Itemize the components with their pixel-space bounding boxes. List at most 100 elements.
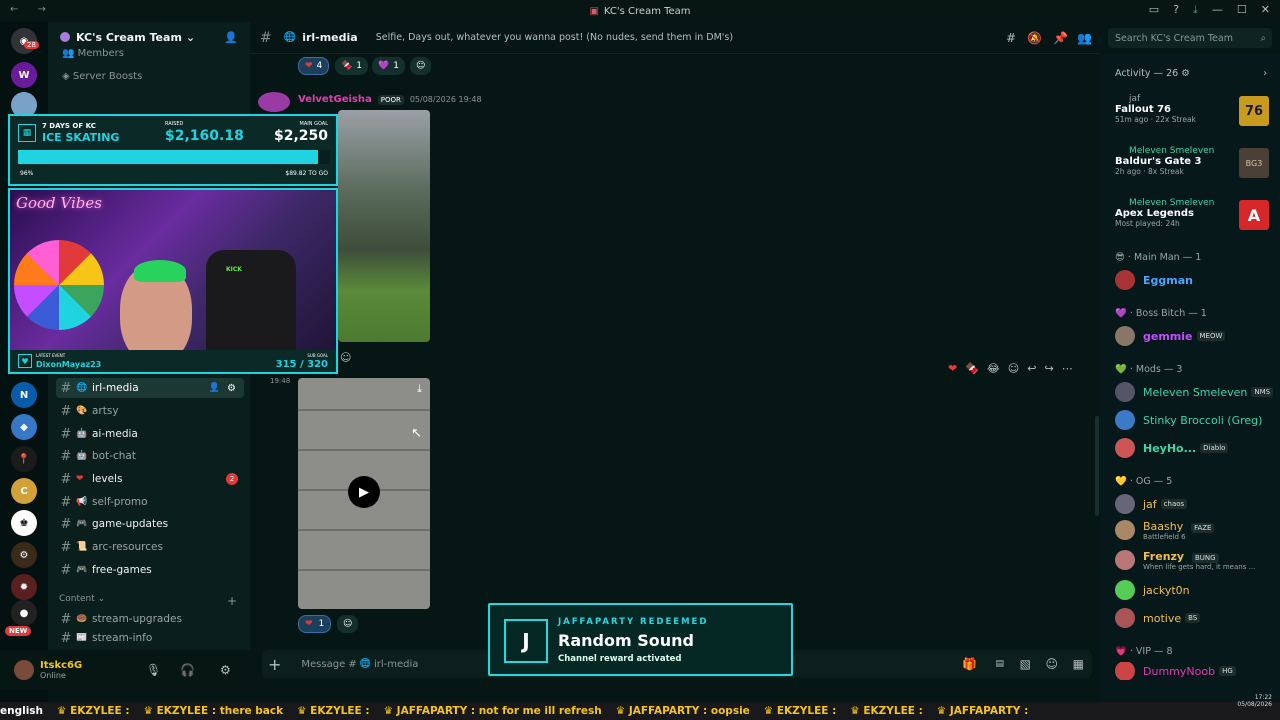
- member-row[interactable]: HeyHo... Diablo: [1115, 436, 1275, 460]
- image-attachment[interactable]: [338, 110, 430, 342]
- channel-topic[interactable]: Selfie, Days out, whatever you wanna pos…: [376, 32, 733, 43]
- reaction-emoji: 🍫: [341, 61, 353, 71]
- download-icon[interactable]: ⤓: [417, 382, 422, 396]
- member-row[interactable]: jackyt0n: [1115, 578, 1275, 602]
- channel-stream-upgrades[interactable]: # 🍩 stream-upgrades: [56, 609, 244, 629]
- quick-react-heart-icon[interactable]: ❤: [948, 362, 957, 375]
- avatar[interactable]: [14, 660, 34, 680]
- quick-react-chocolate-icon[interactable]: 🍫: [965, 362, 979, 375]
- channel-bot-chat[interactable]: # 🤖 bot-chat: [56, 446, 244, 466]
- channel-emoji: 🎮: [76, 519, 88, 529]
- add-channel-icon[interactable]: +: [227, 594, 237, 608]
- server-icon[interactable]: N: [11, 382, 37, 408]
- member-row[interactable]: Eggman: [1115, 268, 1275, 292]
- video-attachment[interactable]: ⤓ ▶: [298, 378, 430, 609]
- server-icon[interactable]: ⚙: [11, 542, 37, 568]
- channel-arc-resources[interactable]: # 📜 arc-resources: [56, 537, 244, 557]
- gear-icon[interactable]: ⚙: [227, 383, 236, 394]
- back-forward-arrows[interactable]: ← →: [10, 4, 54, 15]
- server-icon[interactable]: C: [11, 478, 37, 504]
- mute-bell-icon[interactable]: 🔕: [1027, 31, 1042, 45]
- activity-card[interactable]: Meleven Smeleven Apex Legends Most playe…: [1115, 198, 1275, 246]
- activity-card[interactable]: Meleven Smeleven Baldur's Gate 3 2h ago …: [1115, 146, 1275, 194]
- member-row[interactable]: motive BS: [1115, 606, 1275, 630]
- goal-percent: 96%: [20, 170, 34, 177]
- close-button[interactable]: ✕: [1261, 3, 1270, 17]
- channel-levels[interactable]: # ❤ levels 2: [56, 469, 244, 489]
- message-avatar[interactable]: [258, 92, 290, 112]
- member-row[interactable]: Baashy FAZE Battlefield 6: [1115, 518, 1275, 542]
- threads-icon[interactable]: #: [1006, 31, 1016, 45]
- member-row[interactable]: Frenzy BUNG When life gets hard, it mean…: [1115, 548, 1275, 572]
- server-icon[interactable]: ●: [11, 600, 37, 626]
- channel-self-promo[interactable]: # 📢 self-promo: [56, 492, 244, 512]
- microphone-icon[interactable]: 🎙: [146, 663, 161, 677]
- author-tag: POOR: [377, 94, 404, 105]
- channel-free-games[interactable]: # 🎮 free-games: [56, 560, 244, 580]
- server-icon[interactable]: ◆: [11, 414, 37, 440]
- download-icon[interactable]: ⤓: [1193, 3, 1198, 17]
- ticker-text: EKZYLEE :: [863, 705, 923, 717]
- channel-ai-media[interactable]: # 🤖 ai-media: [56, 424, 244, 444]
- server-icon[interactable]: W: [11, 62, 37, 88]
- reaction-chocolate[interactable]: 🍫 1: [335, 57, 368, 75]
- username: Itskc6G: [40, 660, 83, 671]
- reaction-purple-heart[interactable]: 💜 1: [372, 57, 405, 75]
- reaction-heart[interactable]: ❤ 4: [298, 57, 330, 75]
- apps-icon[interactable]: ▦: [1073, 657, 1084, 671]
- gear-icon[interactable]: ⚙: [1181, 68, 1190, 79]
- activity-card[interactable]: jaf Fallout 76 51m ago · 22x Streak 76: [1115, 94, 1275, 142]
- add-friend-icon[interactable]: 👤: [224, 31, 238, 44]
- quick-react-laugh-icon[interactable]: 😂: [987, 362, 1000, 375]
- server-boosts-nav[interactable]: ◈ Server Boosts: [62, 71, 142, 82]
- user-info[interactable]: Itskc6G Online: [40, 660, 82, 680]
- category-label: Content: [59, 594, 95, 604]
- channel-artsy[interactable]: # 🎨 artsy: [56, 401, 244, 421]
- member-row[interactable]: Stinky Broccoli (Greg): [1115, 408, 1275, 432]
- scrollbar[interactable]: [1095, 416, 1099, 516]
- more-options-icon[interactable]: ⋯: [1062, 362, 1073, 375]
- member-list-icon[interactable]: 👥: [1077, 31, 1092, 45]
- add-reaction-icon[interactable]: ☺: [1008, 362, 1019, 375]
- pin-icon[interactable]: 📌: [1053, 31, 1068, 45]
- reply-icon[interactable]: ↩: [1027, 362, 1036, 375]
- chevron-right-icon[interactable]: ›: [1263, 68, 1267, 79]
- member-row[interactable]: jaf chaos: [1115, 492, 1275, 516]
- reaction-heart[interactable]: ❤ 1: [298, 615, 332, 633]
- add-attachment-icon[interactable]: +: [268, 655, 281, 674]
- channel-game-updates[interactable]: # 🎮 game-updates: [56, 514, 244, 534]
- member-row[interactable]: Meleven Smeleven NMS: [1115, 380, 1275, 404]
- add-reaction-button[interactable]: ☺: [340, 351, 351, 364]
- channel-stream-info[interactable]: # 📰 stream-info: [56, 631, 244, 645]
- add-reaction-button[interactable]: ☺: [410, 57, 432, 75]
- goal-icon: ▦: [18, 124, 36, 142]
- forward-icon[interactable]: ↪: [1044, 362, 1053, 375]
- gift-icon[interactable]: 🎁: [962, 657, 977, 671]
- add-reaction-button[interactable]: ☺: [337, 615, 359, 633]
- message-author[interactable]: VelvetGeisha: [298, 94, 372, 105]
- minimize-button[interactable]: —: [1212, 3, 1223, 17]
- invite-icon[interactable]: 👤: [209, 383, 220, 393]
- sticker-icon[interactable]: ▧: [1020, 657, 1031, 671]
- server-icon[interactable]: ✹: [11, 574, 37, 600]
- server-icon[interactable]: ♚: [11, 510, 37, 536]
- server-icon[interactable]: 📍: [11, 446, 37, 472]
- channel-emoji: 📜: [76, 542, 88, 552]
- help-icon[interactable]: ?: [1173, 3, 1179, 17]
- member-row[interactable]: DummyNoob HG: [1115, 662, 1275, 680]
- maximize-button[interactable]: ☐: [1237, 3, 1247, 17]
- play-button[interactable]: ▶: [348, 476, 380, 508]
- search-input[interactable]: Search KC's Cream Team ⌕: [1108, 28, 1272, 48]
- member-row[interactable]: gemmie MEOW: [1115, 324, 1275, 348]
- headphones-icon[interactable]: 🎧: [180, 663, 195, 677]
- alert-letter: J: [522, 629, 530, 653]
- gif-icon[interactable]: ▤: [995, 659, 1004, 669]
- ticker-item: ♛ JAFFAPARTY :: [937, 705, 1028, 717]
- inbox-icon[interactable]: ▭: [1149, 3, 1159, 17]
- category-content[interactable]: Content ⌄ +: [59, 594, 241, 608]
- activity-header[interactable]: Activity — 26 ⚙ ›: [1115, 68, 1273, 79]
- gear-icon[interactable]: ⚙: [220, 663, 231, 677]
- emoji-icon[interactable]: ☺: [1045, 657, 1058, 671]
- members-nav[interactable]: 👥 Members: [62, 48, 124, 59]
- channel-irl-media[interactable]: # 🌐 irl-media 👤 ⚙: [56, 378, 244, 398]
